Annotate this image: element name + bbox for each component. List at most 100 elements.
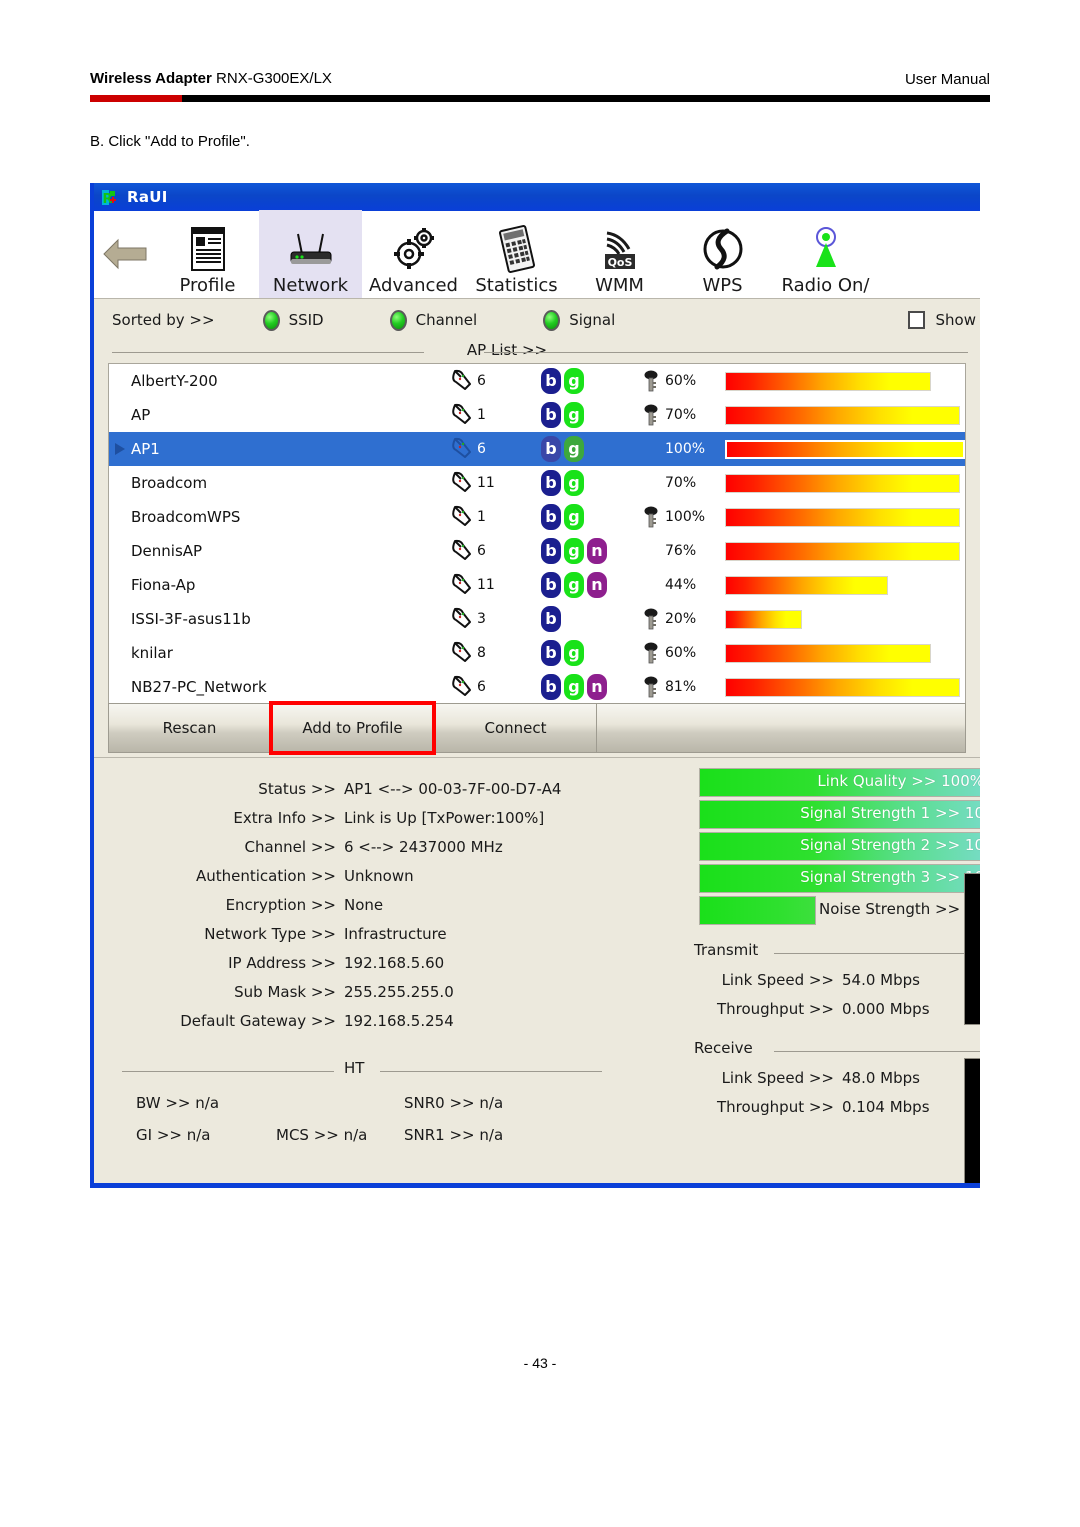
channel-signal-icon bbox=[451, 401, 475, 429]
table-row[interactable]: AP 1 b g 70% bbox=[109, 398, 965, 432]
radio-ssid-icon[interactable] bbox=[262, 309, 280, 331]
table-row[interactable]: AP1 6 b g 100% bbox=[109, 432, 965, 466]
ap-channel: 1 bbox=[451, 401, 541, 429]
connection-details-pane: Status >> AP1 <--> 00-03-7F-00-D7-A4 Extra… bbox=[94, 757, 980, 1183]
ap-channel-number: 6 bbox=[477, 441, 486, 457]
ap-mode-badges: bgn bbox=[541, 538, 637, 564]
detail-label: Sub Mask >> bbox=[234, 982, 336, 1001]
detail-value: None bbox=[344, 895, 384, 914]
ap-ssid: Broadcom bbox=[131, 474, 208, 492]
ap-signal-percent: 81% bbox=[665, 679, 697, 695]
back-arrow-icon[interactable] bbox=[94, 210, 156, 298]
ht-title: HT bbox=[344, 1059, 365, 1077]
main-toolbar: Profile Network Advanced Statistics QoS … bbox=[94, 210, 980, 299]
add-to-profile-button[interactable]: Add to Profile bbox=[269, 701, 436, 755]
ap-signal-percent: 76% bbox=[665, 543, 697, 559]
channel-signal-icon bbox=[451, 367, 475, 395]
ap-signal-bar-cell bbox=[725, 432, 965, 466]
ap-ssid: NB27-PC_Network bbox=[131, 678, 267, 696]
table-row[interactable]: AlbertY-200 6 b g 60% bbox=[109, 364, 965, 398]
ap-list-title: AP List >> bbox=[466, 341, 548, 359]
ap-signal-bar-cell bbox=[725, 364, 965, 398]
ap-signal-percent: 100% bbox=[665, 509, 706, 525]
ap-list-table[interactable]: AlbertY-200 6 b g 60% AP 1 b g 70% AP1 6 b g 100% Broad… bbox=[108, 363, 966, 703]
toolbar-label-radio-onoff: Radio On/ bbox=[781, 275, 870, 296]
sort-option-label-channel: Channel bbox=[415, 311, 478, 329]
ap-signal-bar bbox=[725, 575, 889, 595]
raui-application-window: R RaUI Profile Network Advanced Statisti… bbox=[90, 183, 980, 1188]
radio-signal-icon[interactable] bbox=[543, 309, 561, 331]
quality-bar-row: Link Quality >> 100% bbox=[690, 768, 980, 797]
toolbar-item-wmm[interactable]: QoS WMM bbox=[568, 210, 671, 298]
table-row[interactable]: ISSI-3F-asus11b 3 b 20% bbox=[109, 602, 965, 636]
table-row[interactable]: knilar 8 b g 60% bbox=[109, 636, 965, 670]
ap-mode-badges: bgn bbox=[541, 572, 637, 598]
ap-channel-number: 8 bbox=[477, 645, 486, 661]
table-row[interactable]: DennisAP 6 b g n 76% bbox=[109, 534, 965, 568]
mode-badge-g-icon: g bbox=[564, 402, 584, 428]
ap-signal-bar-cell bbox=[725, 534, 965, 568]
ap-signal-bar bbox=[725, 405, 961, 425]
show-checkbox-group[interactable]: Show bbox=[907, 311, 976, 329]
ap-mode-badges: bg bbox=[541, 640, 637, 666]
quality-bar-row: Signal Strength 1 >> 10 bbox=[690, 800, 980, 829]
quality-bar-row: Signal Strength 3 >> 10 bbox=[690, 864, 980, 893]
ap-signal-bar-cell bbox=[725, 500, 965, 534]
mode-badge-b-icon: b bbox=[541, 504, 561, 530]
mode-badge-spacer bbox=[587, 640, 607, 666]
toolbar-label-advanced: Advanced bbox=[369, 275, 458, 296]
button-row-filler bbox=[597, 703, 966, 753]
channel-signal-icon bbox=[451, 537, 475, 565]
ap-ssid: DennisAP bbox=[131, 542, 203, 560]
show-checkbox-label: Show bbox=[935, 311, 976, 329]
quality-bar-fill bbox=[699, 896, 816, 925]
mode-badge-g-icon: g bbox=[564, 640, 584, 666]
ap-signal-bar bbox=[725, 439, 965, 459]
toolbar-item-wps[interactable]: WPS bbox=[671, 210, 774, 298]
sort-option-ssid[interactable]: SSID bbox=[262, 309, 324, 331]
toolbar-item-radio-onoff[interactable]: Radio On/ bbox=[774, 210, 877, 298]
ht-bw: BW >> n/a bbox=[136, 1094, 220, 1112]
wps-icon bbox=[701, 222, 745, 276]
detail-label: Encryption >> bbox=[225, 895, 336, 914]
toolbar-item-statistics[interactable]: Statistics bbox=[465, 210, 568, 298]
transmit-link-speed-label: Link Speed >> bbox=[721, 970, 834, 989]
channel-signal-icon bbox=[451, 673, 475, 701]
ap-mode-badges: bgn bbox=[541, 674, 637, 700]
channel-signal-icon bbox=[451, 605, 475, 633]
sort-option-channel[interactable]: Channel bbox=[389, 309, 478, 331]
mode-badge-g-icon: g bbox=[564, 674, 584, 700]
sort-option-signal[interactable]: Signal bbox=[543, 309, 615, 331]
ap-list-rule-right bbox=[484, 352, 968, 353]
ap-signal-bar-cell bbox=[725, 568, 965, 602]
detail-value: 192.168.5.60 bbox=[344, 953, 445, 972]
table-row[interactable]: Fiona-Ap 11 b g n 44% bbox=[109, 568, 965, 602]
header-manual-label: User Manual bbox=[904, 71, 990, 88]
show-checkbox[interactable] bbox=[907, 311, 925, 329]
table-row[interactable]: NB27-PC_Network 6 b g n 81% bbox=[109, 670, 965, 703]
toolbar-item-advanced[interactable]: Advanced bbox=[362, 210, 465, 298]
header-product-title: Wireless Adapter RNX-G300EX/LX bbox=[90, 70, 332, 87]
detail-value: Unknown bbox=[344, 866, 414, 885]
ap-channel: 6 bbox=[451, 673, 541, 701]
table-row[interactable]: BroadcomWPS 1 b g 100% bbox=[109, 500, 965, 534]
radio-channel-icon[interactable] bbox=[389, 309, 407, 331]
ap-channel-number: 1 bbox=[477, 407, 486, 423]
transmit-throughput-graph bbox=[964, 873, 980, 1025]
ap-signal-percent: 60% bbox=[665, 645, 697, 661]
mode-badge-n-icon: n bbox=[587, 674, 607, 700]
rescan-button[interactable]: Rescan bbox=[108, 703, 271, 753]
detail-value: 192.168.5.254 bbox=[344, 1011, 454, 1030]
detail-row: Network Type >> Infrastructure bbox=[94, 919, 654, 948]
ap-channel: 6 bbox=[451, 367, 541, 395]
toolbar-item-network[interactable]: Network bbox=[259, 210, 362, 298]
ht-snr0: SNR0 >> n/a bbox=[404, 1094, 504, 1112]
connect-button[interactable]: Connect bbox=[434, 703, 597, 753]
ap-mode-badges: bg bbox=[541, 470, 637, 496]
detail-value: 6 <--> 2437000 MHz bbox=[344, 837, 503, 856]
toolbar-item-profile[interactable]: Profile bbox=[156, 210, 259, 298]
step-instruction: B. Click "Add to Profile". bbox=[90, 133, 250, 150]
quality-bar-label: Link Quality >> 100% bbox=[817, 772, 980, 790]
window-title: RaUI bbox=[127, 188, 168, 206]
table-row[interactable]: Broadcom 11 b g 70% bbox=[109, 466, 965, 500]
